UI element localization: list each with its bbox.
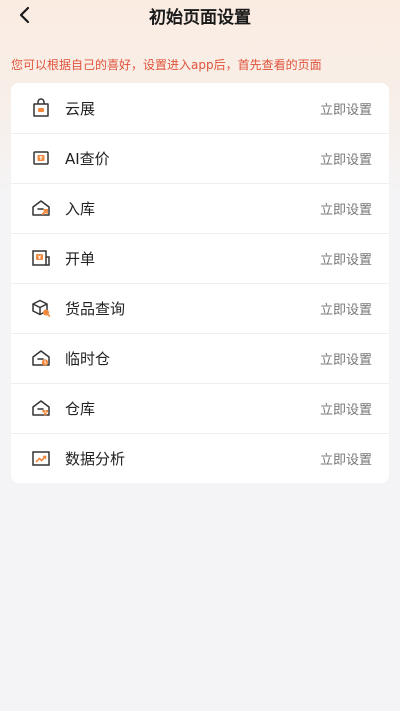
set-now-button[interactable]: 立即设置 — [320, 349, 372, 368]
item-label: 仓库 — [65, 399, 96, 418]
item-label: 云展 — [65, 99, 96, 118]
list-item-goods-query[interactable]: 货品查询 立即设置 — [11, 283, 389, 333]
set-now-button[interactable]: 立即设置 — [320, 149, 372, 168]
list-item-inbound[interactable]: 入库 立即设置 — [11, 183, 389, 233]
page-title: 初始页面设置 — [149, 8, 251, 28]
set-now-button[interactable]: 立即设置 — [320, 249, 372, 268]
list-item-warehouse[interactable]: 仓库 立即设置 — [11, 383, 389, 433]
navigation-bar: 初始页面设置 — [0, 0, 400, 36]
settings-list: 云展 立即设置 AI查价 立即设置 入库 立即设置 开单 立即设置 货品查询 立… — [11, 83, 389, 483]
chart-icon — [30, 447, 52, 469]
item-label: AI查价 — [65, 149, 110, 168]
item-label: 货品查询 — [65, 299, 126, 318]
warehouse-icon — [30, 397, 52, 419]
item-label: 数据分析 — [65, 449, 126, 468]
item-label: 开单 — [65, 249, 96, 268]
item-label: 临时仓 — [65, 349, 111, 368]
hint-text: 您可以根据自己的喜好，设置进入app后，首先查看的页面 — [11, 58, 322, 72]
list-item-data-analysis[interactable]: 数据分析 立即设置 — [11, 433, 389, 483]
set-now-button[interactable]: 立即设置 — [320, 199, 372, 218]
set-now-button[interactable]: 立即设置 — [320, 399, 372, 418]
invoice-icon — [30, 247, 52, 269]
list-item-cloud-show[interactable]: 云展 立即设置 — [11, 83, 389, 133]
set-now-button[interactable]: 立即设置 — [320, 449, 372, 468]
set-now-button[interactable]: 立即设置 — [320, 299, 372, 318]
package-search-icon — [30, 297, 52, 319]
set-now-button[interactable]: 立即设置 — [320, 99, 372, 118]
price-tag-icon — [30, 147, 52, 169]
shopping-bag-icon — [30, 97, 52, 119]
list-item-create-order[interactable]: 开单 立即设置 — [11, 233, 389, 283]
list-item-temp-warehouse[interactable]: 临时仓 立即设置 — [11, 333, 389, 383]
item-label: 入库 — [65, 199, 96, 218]
temp-warehouse-icon — [30, 347, 52, 369]
warehouse-in-icon — [30, 197, 52, 219]
list-item-ai-price[interactable]: AI查价 立即设置 — [11, 133, 389, 183]
